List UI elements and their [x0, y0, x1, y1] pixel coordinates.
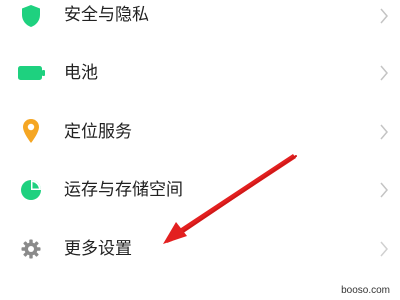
- location-pin-icon: [23, 119, 39, 143]
- settings-item-memory-storage[interactable]: 运存与存储空间: [0, 161, 400, 219]
- settings-item-location[interactable]: 定位服务: [0, 102, 400, 160]
- settings-item-more-settings[interactable]: 更多设置: [0, 219, 400, 277]
- pie-chart-icon: [21, 180, 41, 200]
- settings-screen: 安全与隐私 电池 定位服务 运存与存储空间 更多设置 booso.com: [0, 0, 400, 300]
- battery-icon: [18, 66, 45, 80]
- settings-item-security-privacy[interactable]: 安全与隐私: [0, 0, 400, 44]
- settings-item-label: 运存与存储空间: [64, 180, 183, 200]
- chevron-right-icon: [380, 8, 388, 24]
- settings-item-label: 更多设置: [64, 239, 132, 259]
- chevron-right-icon: [380, 182, 388, 198]
- settings-item-label: 电池: [64, 63, 98, 83]
- shield-icon: [22, 5, 40, 27]
- settings-item-label: 安全与隐私: [64, 5, 149, 25]
- chevron-right-icon: [380, 65, 388, 81]
- watermark-text: booso.com: [341, 285, 390, 296]
- chevron-right-icon: [380, 124, 388, 140]
- settings-item-battery[interactable]: 电池: [0, 44, 400, 102]
- chevron-right-icon: [380, 241, 388, 257]
- settings-item-label: 定位服务: [64, 122, 132, 142]
- gear-icon: [21, 239, 41, 259]
